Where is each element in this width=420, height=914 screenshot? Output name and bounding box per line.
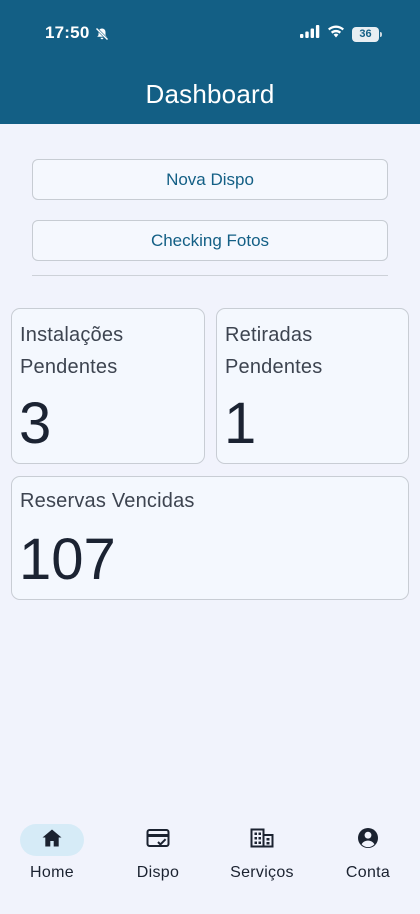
status-icons: 36 (300, 25, 382, 43)
building-icon (250, 828, 274, 853)
nav-item-dispo[interactable]: Dispo (108, 824, 208, 888)
nav-label-dispo: Dispo (136, 864, 180, 881)
card-check-icon (146, 828, 170, 853)
instalacoes-pendentes-value: 3 (19, 391, 52, 456)
retiradas-pendentes-card[interactable]: Retiradas Pendentes 1 (216, 308, 409, 464)
reservas-vencidas-label: Reservas Vencidas (20, 490, 195, 512)
nova-dispo-button[interactable]: Nova Dispo (32, 159, 388, 200)
status-time: 17:50 (45, 23, 90, 42)
signal-icon (300, 25, 320, 43)
retiradas-pendentes-label: Retiradas Pendentes (225, 324, 323, 378)
checking-fotos-button[interactable]: Checking Fotos (32, 220, 388, 261)
bell-off-icon (95, 26, 109, 41)
nav-label-conta: Conta (345, 864, 391, 881)
nav-icon-wrap (336, 824, 400, 856)
nav-active-indicator (20, 824, 84, 856)
divider (32, 275, 388, 276)
reservas-vencidas-value: 107 (19, 527, 116, 592)
battery-tip (380, 31, 382, 37)
nav-label-home: Home (30, 864, 74, 881)
status-time-group: 17:50 (45, 23, 109, 43)
retiradas-pendentes-value: 1 (224, 391, 257, 456)
nav-label-servicos: Serviços (230, 864, 294, 881)
bottom-nav: Home Dispo Serviços Conta (0, 812, 420, 914)
wifi-icon (327, 25, 345, 43)
account-icon (357, 827, 379, 854)
battery-icon: 36 (352, 26, 382, 42)
battery-level: 36 (352, 26, 379, 42)
nav-icon-wrap (126, 824, 190, 856)
home-icon (41, 828, 63, 853)
instalacoes-pendentes-label: Instalações Pendentes (20, 324, 124, 378)
app-header: 17:50 36 Dashboard (0, 0, 420, 124)
status-bar: 17:50 36 (0, 0, 420, 66)
reservas-vencidas-card[interactable]: Reservas Vencidas 107 (11, 476, 409, 600)
nav-item-home[interactable]: Home (2, 824, 102, 888)
nav-item-conta[interactable]: Conta (318, 824, 418, 888)
nav-item-servicos[interactable]: Serviços (212, 824, 312, 888)
page-title: Dashboard (145, 79, 275, 109)
instalacoes-pendentes-card[interactable]: Instalações Pendentes 3 (11, 308, 205, 464)
nav-icon-wrap (230, 824, 294, 856)
